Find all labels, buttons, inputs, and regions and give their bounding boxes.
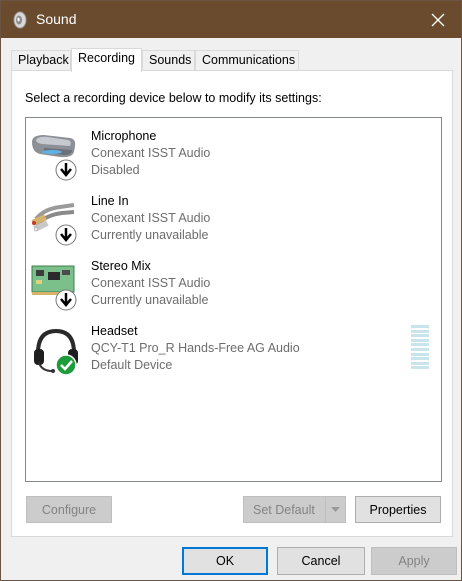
device-status: Default Device bbox=[91, 358, 173, 372]
level-meter bbox=[411, 325, 429, 371]
tab-playback[interactable]: Playback bbox=[11, 50, 71, 71]
device-driver: Conexant ISST Audio bbox=[91, 146, 211, 160]
device-name: Stereo Mix bbox=[91, 259, 151, 273]
device-name: Microphone bbox=[91, 129, 157, 143]
tab-sounds[interactable]: Sounds bbox=[142, 50, 195, 71]
device-driver: Conexant ISST Audio bbox=[91, 276, 211, 290]
device-status: Disabled bbox=[91, 163, 140, 177]
set-default-button[interactable]: Set Default bbox=[243, 496, 346, 523]
window-title: Sound bbox=[36, 11, 77, 27]
instructions-label: Select a recording device below to modif… bbox=[25, 91, 322, 105]
device-item-headset[interactable]: Headset QCY-T1 Pro_R Hands-Free AG Audio… bbox=[26, 321, 441, 385]
sound-card-icon bbox=[31, 265, 77, 311]
recording-panel: Select a recording device below to modif… bbox=[11, 70, 453, 537]
set-default-dropdown[interactable] bbox=[325, 497, 345, 522]
device-status: Currently unavailable bbox=[91, 293, 209, 307]
tab-recording[interactable]: Recording bbox=[71, 48, 142, 72]
device-driver: Conexant ISST Audio bbox=[91, 211, 211, 225]
microphone-icon bbox=[32, 135, 77, 181]
device-name: Line In bbox=[91, 194, 129, 208]
ok-button[interactable]: OK bbox=[182, 547, 268, 575]
speaker-icon bbox=[13, 11, 27, 29]
apply-button[interactable]: Apply bbox=[371, 547, 457, 575]
line-in-jack-icon bbox=[31, 203, 77, 246]
headset-icon bbox=[34, 328, 78, 376]
device-status: Currently unavailable bbox=[91, 228, 209, 242]
configure-button[interactable]: Configure bbox=[26, 496, 112, 523]
device-item-stereo-mix[interactable]: Stereo Mix Conexant ISST Audio Currently… bbox=[26, 256, 441, 320]
title-bar[interactable]: Sound bbox=[1, 1, 461, 38]
close-button[interactable] bbox=[415, 1, 461, 38]
cancel-button[interactable]: Cancel bbox=[277, 547, 365, 575]
chevron-down-icon bbox=[331, 506, 340, 512]
device-driver: QCY-T1 Pro_R Hands-Free AG Audio bbox=[91, 341, 300, 355]
device-item-line-in[interactable]: Line In Conexant ISST Audio Currently un… bbox=[26, 191, 441, 255]
set-default-label: Set Default bbox=[253, 502, 315, 517]
properties-button[interactable]: Properties bbox=[355, 496, 441, 523]
device-list[interactable]: Microphone Conexant ISST Audio Disabled bbox=[25, 117, 442, 482]
device-name: Headset bbox=[91, 324, 138, 338]
device-item-microphone[interactable]: Microphone Conexant ISST Audio Disabled bbox=[26, 126, 441, 190]
sound-dialog: Sound Playback Recording Sounds Communic… bbox=[0, 0, 462, 581]
close-icon bbox=[431, 13, 445, 26]
tab-communications[interactable]: Communications bbox=[195, 50, 299, 71]
